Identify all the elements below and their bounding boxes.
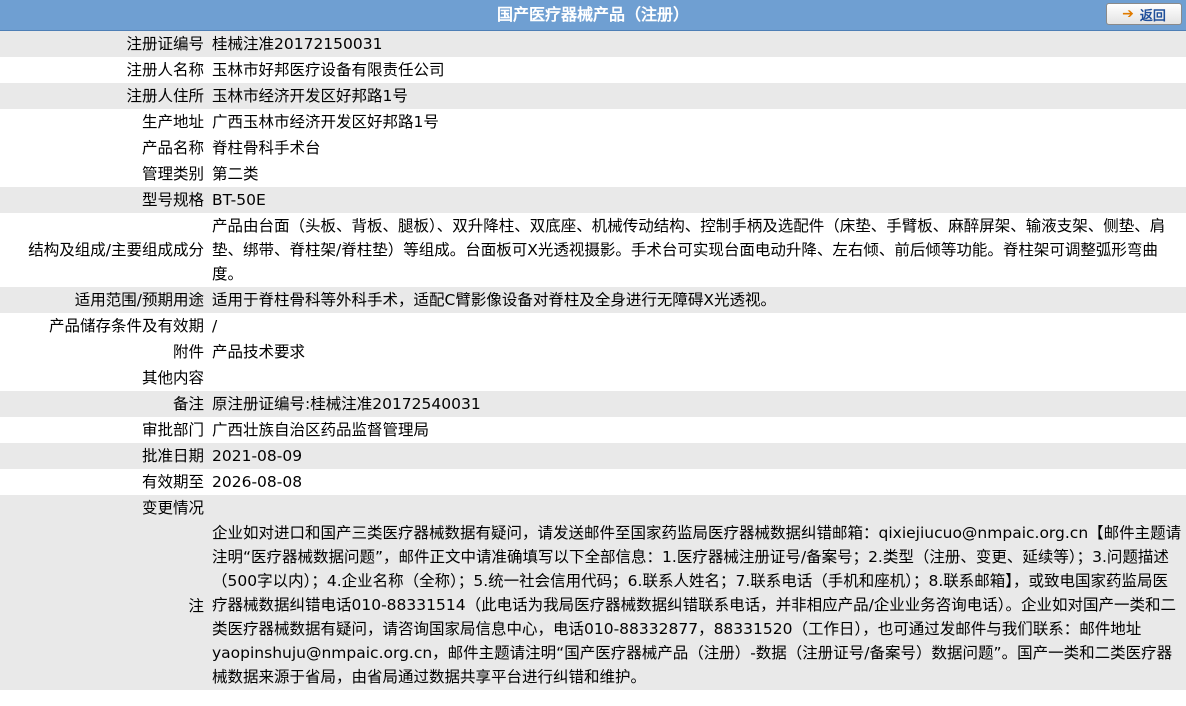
field-label: 批准日期 xyxy=(0,443,208,469)
field-label: 注册人名称 xyxy=(0,57,208,83)
field-value: 广西壮族自治区药品监督管理局 xyxy=(208,417,1186,443)
table-row: 有效期至 2026-08-08 xyxy=(0,469,1186,495)
back-button[interactable]: ➔ 返回 xyxy=(1106,3,1182,25)
field-value: 玉林市经济开发区好邦路1号 xyxy=(208,83,1186,109)
field-value: 产品技术要求 xyxy=(208,339,1186,365)
field-label: 其他内容 xyxy=(0,365,208,391)
field-value: 企业如对进口和国产三类医疗器械数据有疑问，请发送邮件至国家药监局医疗器械数据纠错… xyxy=(208,521,1186,690)
back-button-label: 返回 xyxy=(1139,8,1166,24)
field-label: 适用范围/预期用途 xyxy=(0,287,208,313)
field-label: 注册人住所 xyxy=(0,83,208,109)
field-value xyxy=(208,495,1186,521)
field-value: 原注册证编号:桂械注准20172540031 xyxy=(208,391,1186,417)
field-value: 2021-08-09 xyxy=(208,443,1186,469)
field-label: 生产地址 xyxy=(0,109,208,135)
field-label: 审批部门 xyxy=(0,417,208,443)
table-row: 管理类别 第二类 xyxy=(0,161,1186,187)
table-row: 附件 产品技术要求 xyxy=(0,339,1186,365)
field-value: 第二类 xyxy=(208,161,1186,187)
table-row: 审批部门 广西壮族自治区药品监督管理局 xyxy=(0,417,1186,443)
field-label: 产品储存条件及有效期 xyxy=(0,313,208,339)
field-value: 脊柱骨科手术台 xyxy=(208,135,1186,161)
table-row: 备注 原注册证编号:桂械注准20172540031 xyxy=(0,391,1186,417)
table-row: 产品储存条件及有效期 / xyxy=(0,313,1186,339)
detail-table: 注册证编号 桂械注准20172150031 注册人名称 玉林市好邦医疗设备有限责… xyxy=(0,31,1186,690)
field-label: 型号规格 xyxy=(0,187,208,213)
field-label: 附件 xyxy=(0,339,208,365)
table-row: 其他内容 xyxy=(0,365,1186,391)
field-label: 注册证编号 xyxy=(0,31,208,57)
field-value: / xyxy=(208,313,1186,339)
table-row: 注 企业如对进口和国产三类医疗器械数据有疑问，请发送邮件至国家药监局医疗器械数据… xyxy=(0,521,1186,690)
table-row: 批准日期 2021-08-09 xyxy=(0,443,1186,469)
table-row: 结构及组成/主要组成成分 产品由台面（头板、背板、腿板）、双升降柱、双底座、机械… xyxy=(0,213,1186,287)
table-row: 变更情况 xyxy=(0,495,1186,521)
table-row: 注册人名称 玉林市好邦医疗设备有限责任公司 xyxy=(0,57,1186,83)
table-row: 注册证编号 桂械注准20172150031 xyxy=(0,31,1186,57)
field-label: 管理类别 xyxy=(0,161,208,187)
field-value: 产品由台面（头板、背板、腿板）、双升降柱、双底座、机械传动结构、控制手柄及选配件… xyxy=(208,213,1186,287)
field-value xyxy=(208,365,1186,391)
field-value: 适用于脊柱骨科等外科手术，适配C臂影像设备对脊柱及全身进行无障碍X光透视。 xyxy=(208,287,1186,313)
field-label: 备注 xyxy=(0,391,208,417)
table-row: 生产地址 广西玉林市经济开发区好邦路1号 xyxy=(0,109,1186,135)
field-value: 广西玉林市经济开发区好邦路1号 xyxy=(208,109,1186,135)
field-label: 产品名称 xyxy=(0,135,208,161)
field-value: 2026-08-08 xyxy=(208,469,1186,495)
field-label: 注 xyxy=(0,521,208,690)
arrow-right-icon: ➔ xyxy=(1122,6,1134,22)
field-label: 变更情况 xyxy=(0,495,208,521)
table-row: 适用范围/预期用途 适用于脊柱骨科等外科手术，适配C臂影像设备对脊柱及全身进行无… xyxy=(0,287,1186,313)
page-header: 国产医疗器械产品（注册） ➔ 返回 xyxy=(0,0,1186,31)
field-value: 玉林市好邦医疗设备有限责任公司 xyxy=(208,57,1186,83)
field-value: 桂械注准20172150031 xyxy=(208,31,1186,57)
field-label: 结构及组成/主要组成成分 xyxy=(0,213,208,287)
table-row: 注册人住所 玉林市经济开发区好邦路1号 xyxy=(0,83,1186,109)
page-title: 国产医疗器械产品（注册） xyxy=(496,5,689,24)
field-label: 有效期至 xyxy=(0,469,208,495)
table-row: 产品名称 脊柱骨科手术台 xyxy=(0,135,1186,161)
table-row: 型号规格 BT-50E xyxy=(0,187,1186,213)
field-value: BT-50E xyxy=(208,187,1186,213)
